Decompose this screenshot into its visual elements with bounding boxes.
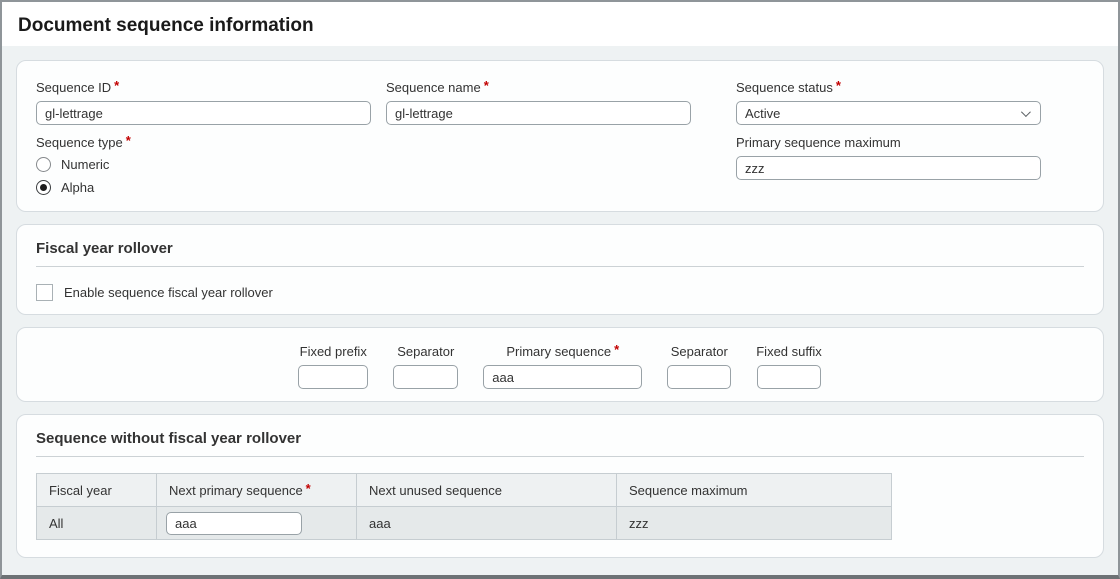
separator-1-input[interactable]: [393, 365, 458, 389]
primary-sequence-maximum-input[interactable]: [736, 156, 1041, 180]
page-title: Document sequence information: [18, 15, 314, 36]
field-sequence-type: Sequence type* Numeric Alpha: [36, 135, 386, 196]
required-asterisk: *: [126, 133, 131, 148]
cell-sequence-maximum: zzz: [617, 507, 892, 540]
enable-rollover-checkbox[interactable]: [36, 284, 53, 301]
header-sequence-maximum: Sequence maximum: [617, 474, 892, 507]
sequence-id-label: Sequence ID*: [36, 80, 386, 95]
sequence-status-label-text: Sequence status: [736, 80, 833, 95]
sequence-name-input[interactable]: [386, 101, 691, 125]
fixed-suffix-input[interactable]: [757, 365, 821, 389]
next-primary-sequence-input[interactable]: [166, 512, 302, 535]
fixed-prefix-label: Fixed prefix: [300, 344, 367, 359]
required-asterisk: *: [114, 78, 119, 93]
field-primary-sequence: Primary sequence*: [483, 344, 642, 389]
primary-sequence-input[interactable]: [483, 365, 642, 389]
field-sequence-status: Sequence status* Active: [736, 80, 1084, 125]
panel-sequence-without-rollover: Sequence without fiscal year rollover Fi…: [16, 414, 1104, 558]
document-sequence-window: Document sequence information Sequence I…: [0, 0, 1120, 579]
separator-1-label: Separator: [397, 344, 454, 359]
field-separator-1: Separator: [393, 344, 458, 389]
cell-fiscal-year: All: [37, 507, 157, 540]
cell-next-unused-sequence: aaa: [357, 507, 617, 540]
header-next-unused-sequence: Next unused sequence: [357, 474, 617, 507]
enable-rollover-row[interactable]: Enable sequence fiscal year rollover: [36, 284, 1084, 301]
field-separator-2: Separator: [667, 344, 731, 389]
title-bar: Document sequence information: [2, 2, 1118, 46]
grid-spacer: [386, 135, 736, 196]
field-primary-sequence-maximum: Primary sequence maximum: [736, 135, 1084, 196]
fiscal-year-rollover-heading: Fiscal year rollover: [36, 240, 1084, 267]
sequence-type-label-text: Sequence type: [36, 135, 123, 150]
table-header-row: Fiscal year Next primary sequence* Next …: [37, 474, 892, 507]
separator-2-input[interactable]: [667, 365, 731, 389]
sequence-status-select[interactable]: Active: [736, 101, 1041, 125]
primary-sequence-maximum-label: Primary sequence maximum: [736, 135, 1084, 150]
sequence-without-rollover-heading: Sequence without fiscal year rollover: [36, 430, 1084, 457]
page-content: Sequence ID* Sequence name* Sequence sta…: [2, 46, 1118, 579]
table-row: All aaa zzz: [37, 507, 892, 540]
numeric-radio-button[interactable]: [36, 157, 51, 172]
sequence-id-label-text: Sequence ID: [36, 80, 111, 95]
required-asterisk: *: [614, 342, 619, 357]
cell-next-primary-sequence: [157, 507, 357, 540]
sequence-status-label: Sequence status*: [736, 80, 1084, 95]
sequence-table: Fiscal year Next primary sequence* Next …: [36, 473, 892, 540]
field-sequence-id: Sequence ID*: [36, 80, 386, 125]
primary-sequence-label: Primary sequence*: [506, 344, 619, 359]
fixed-prefix-input[interactable]: [298, 365, 368, 389]
radio-option-alpha[interactable]: Alpha: [36, 179, 386, 196]
header-next-primary-sequence: Next primary sequence*: [157, 474, 357, 507]
header-fiscal-year: Fiscal year: [37, 474, 157, 507]
sequence-type-label: Sequence type*: [36, 135, 386, 150]
primary-sequence-label-text: Primary sequence: [506, 344, 611, 359]
field-fixed-suffix: Fixed suffix: [756, 344, 822, 389]
header-next-primary-sequence-text: Next primary sequence: [169, 483, 303, 498]
enable-rollover-label: Enable sequence fiscal year rollover: [64, 285, 273, 300]
fixed-suffix-label: Fixed suffix: [756, 344, 822, 359]
panel-sequence-format: Fixed prefix Separator Primary sequence*…: [16, 327, 1104, 402]
required-asterisk: *: [836, 78, 841, 93]
alpha-radio-button[interactable]: [36, 180, 51, 195]
numeric-radio-label: Numeric: [61, 157, 109, 172]
required-asterisk: *: [306, 481, 311, 496]
alpha-radio-label: Alpha: [61, 180, 94, 195]
chevron-down-icon: [1021, 107, 1031, 117]
separator-2-label: Separator: [671, 344, 728, 359]
sequence-status-selected-value: Active: [745, 106, 780, 121]
field-sequence-name: Sequence name*: [386, 80, 736, 125]
panel-fiscal-year-rollover: Fiscal year rollover Enable sequence fis…: [16, 224, 1104, 315]
field-fixed-prefix: Fixed prefix: [298, 344, 368, 389]
panel-general-info: Sequence ID* Sequence name* Sequence sta…: [16, 60, 1104, 212]
sequence-name-label-text: Sequence name: [386, 80, 481, 95]
required-asterisk: *: [484, 78, 489, 93]
sequence-name-label: Sequence name*: [386, 80, 736, 95]
radio-option-numeric[interactable]: Numeric: [36, 156, 386, 173]
sequence-id-input[interactable]: [36, 101, 371, 125]
